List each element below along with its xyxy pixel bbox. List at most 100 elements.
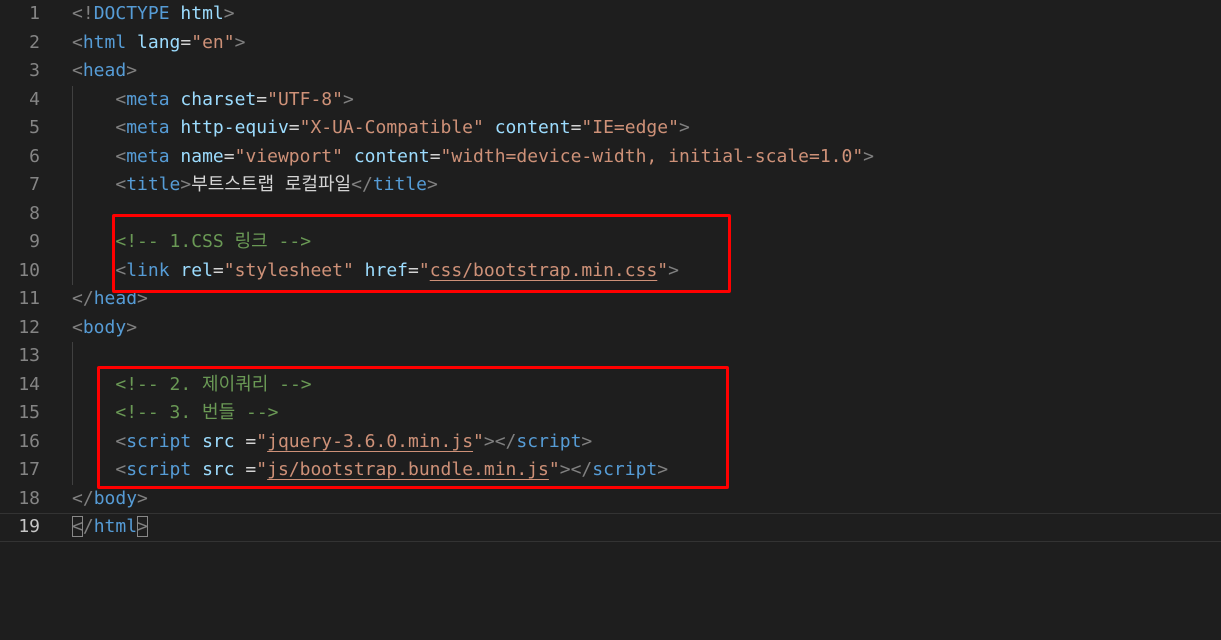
code-token-punc: / (82, 516, 94, 537)
code-token-text: = (223, 145, 235, 167)
line-number: 10 (18, 259, 40, 281)
code-token-tag: body (82, 316, 127, 338)
code-line[interactable]: 2 <html lang="en"> (0, 29, 1221, 58)
code-token-str: "viewport" (234, 145, 343, 167)
code-editor[interactable]: 1 <!DOCTYPE html> 2 <html lang="en"> 3 <head>… (0, 0, 1221, 640)
code-token-attr: content (353, 145, 430, 167)
line-number: 19 (18, 516, 40, 537)
line-number: 16 (18, 430, 40, 452)
code-token-punc: </ (72, 487, 94, 509)
line-number: 13 (18, 345, 40, 366)
code-token-tag: meta (126, 117, 170, 138)
code-token-punc: > (126, 316, 138, 338)
line-number: 4 (29, 88, 40, 110)
code-token-attr: content (494, 117, 571, 138)
code-token-punc: > (137, 487, 148, 509)
code-line[interactable]: 3 <head> (0, 57, 1221, 86)
code-token-punc: < (115, 145, 127, 167)
line-number: 3 (29, 60, 40, 81)
code-line[interactable]: 6 <meta name="viewport" content="width=d… (0, 143, 1221, 172)
line-number: 2 (29, 31, 40, 53)
line-number: 15 (18, 402, 40, 423)
line-number: 18 (18, 487, 40, 509)
code-token-tag: head (82, 60, 127, 81)
code-text[interactable]: <body> (72, 314, 137, 343)
code-text[interactable]: <!DOCTYPE html> (72, 0, 235, 29)
highlight-box-scripts (97, 366, 729, 489)
code-token-text: = (429, 145, 441, 167)
code-token-tag: meta (126, 145, 170, 167)
code-token-str: "X-UA-Compatible" (299, 117, 484, 138)
code-text[interactable]: <meta name="viewport" content="width=dev… (72, 143, 874, 172)
code-line[interactable]: 1 <!DOCTYPE html> (0, 0, 1221, 29)
code-token-tag: html (93, 516, 138, 537)
code-token-text: = (288, 117, 300, 138)
code-token-text: = (256, 88, 268, 110)
code-token-tag: html (82, 31, 127, 53)
line-number: 7 (29, 174, 40, 195)
code-token-punc: < (115, 174, 127, 195)
highlight-box-css-link (112, 214, 731, 293)
code-token-punc: < (72, 60, 83, 81)
code-token-text: = (180, 31, 192, 53)
code-token-tag: title (372, 174, 427, 195)
code-token-str: "width=device-width, initial-scale=1.0" (440, 145, 864, 167)
code-token-tag: title (126, 174, 181, 195)
code-token-str: "IE=edge" (581, 117, 679, 138)
code-token-punc: < (115, 88, 127, 110)
code-text[interactable]: <html lang="en"> (72, 29, 245, 58)
line-number: 6 (29, 145, 40, 167)
code-token-punc: <! (72, 3, 94, 24)
code-token-text: 부트스트랩 로컬파일 (191, 174, 352, 195)
code-line[interactable]: 5 <meta http-equiv="X-UA-Compatible" con… (0, 114, 1221, 143)
code-text[interactable]: <head> (72, 57, 137, 86)
code-token-attr: http-equiv (180, 117, 289, 138)
code-token-tag: body (93, 487, 138, 509)
line-number: 5 (29, 117, 40, 138)
code-token-attr: charset (180, 88, 257, 110)
code-token-punc: > (180, 174, 192, 195)
line-number: 9 (29, 231, 40, 252)
code-token-punc: > (427, 174, 438, 195)
code-line[interactable]: 4 <meta charset="UTF-8"> (0, 86, 1221, 115)
line-number: 8 (29, 202, 40, 224)
code-token-punc: < (115, 117, 127, 138)
code-token-str: "UTF-8" (267, 88, 343, 110)
code-token-punc: < (72, 31, 83, 53)
code-token-bracket: < (72, 516, 83, 537)
line-number: 11 (18, 288, 40, 309)
code-token-tag: meta (126, 88, 170, 110)
code-line[interactable]: 12 <body> (0, 314, 1221, 343)
line-number: 14 (18, 373, 40, 395)
code-token-punc: > (863, 145, 875, 167)
code-token-punc: < (72, 316, 83, 338)
code-token-punc: </ (351, 174, 373, 195)
code-token-punc: > (234, 31, 246, 53)
code-line[interactable]: 19 </html> (0, 513, 1221, 542)
line-number: 1 (29, 3, 40, 24)
code-token-attr: name (180, 145, 224, 167)
code-token-text: = (570, 117, 582, 138)
code-token-bracket: > (137, 516, 148, 537)
line-number: 17 (18, 459, 40, 480)
code-text[interactable]: </html> (72, 514, 148, 541)
code-token-punc: > (678, 117, 690, 138)
code-line[interactable]: 7 <title>부트스트랩 로컬파일</title> (0, 171, 1221, 200)
code-token-attr: html (180, 3, 224, 24)
code-token-punc: </ (72, 288, 94, 309)
code-text[interactable]: <meta http-equiv="X-UA-Compatible" conte… (72, 114, 690, 143)
code-token-attr: lang (137, 31, 181, 53)
code-token-punc: > (342, 88, 354, 110)
code-token-str: "en" (191, 31, 235, 53)
code-token-tag: DOCTYPE (93, 3, 170, 24)
line-number: 12 (18, 316, 40, 338)
code-text[interactable]: <meta charset="UTF-8"> (72, 86, 354, 115)
code-text[interactable]: <title>부트스트랩 로컬파일</title> (72, 171, 438, 200)
